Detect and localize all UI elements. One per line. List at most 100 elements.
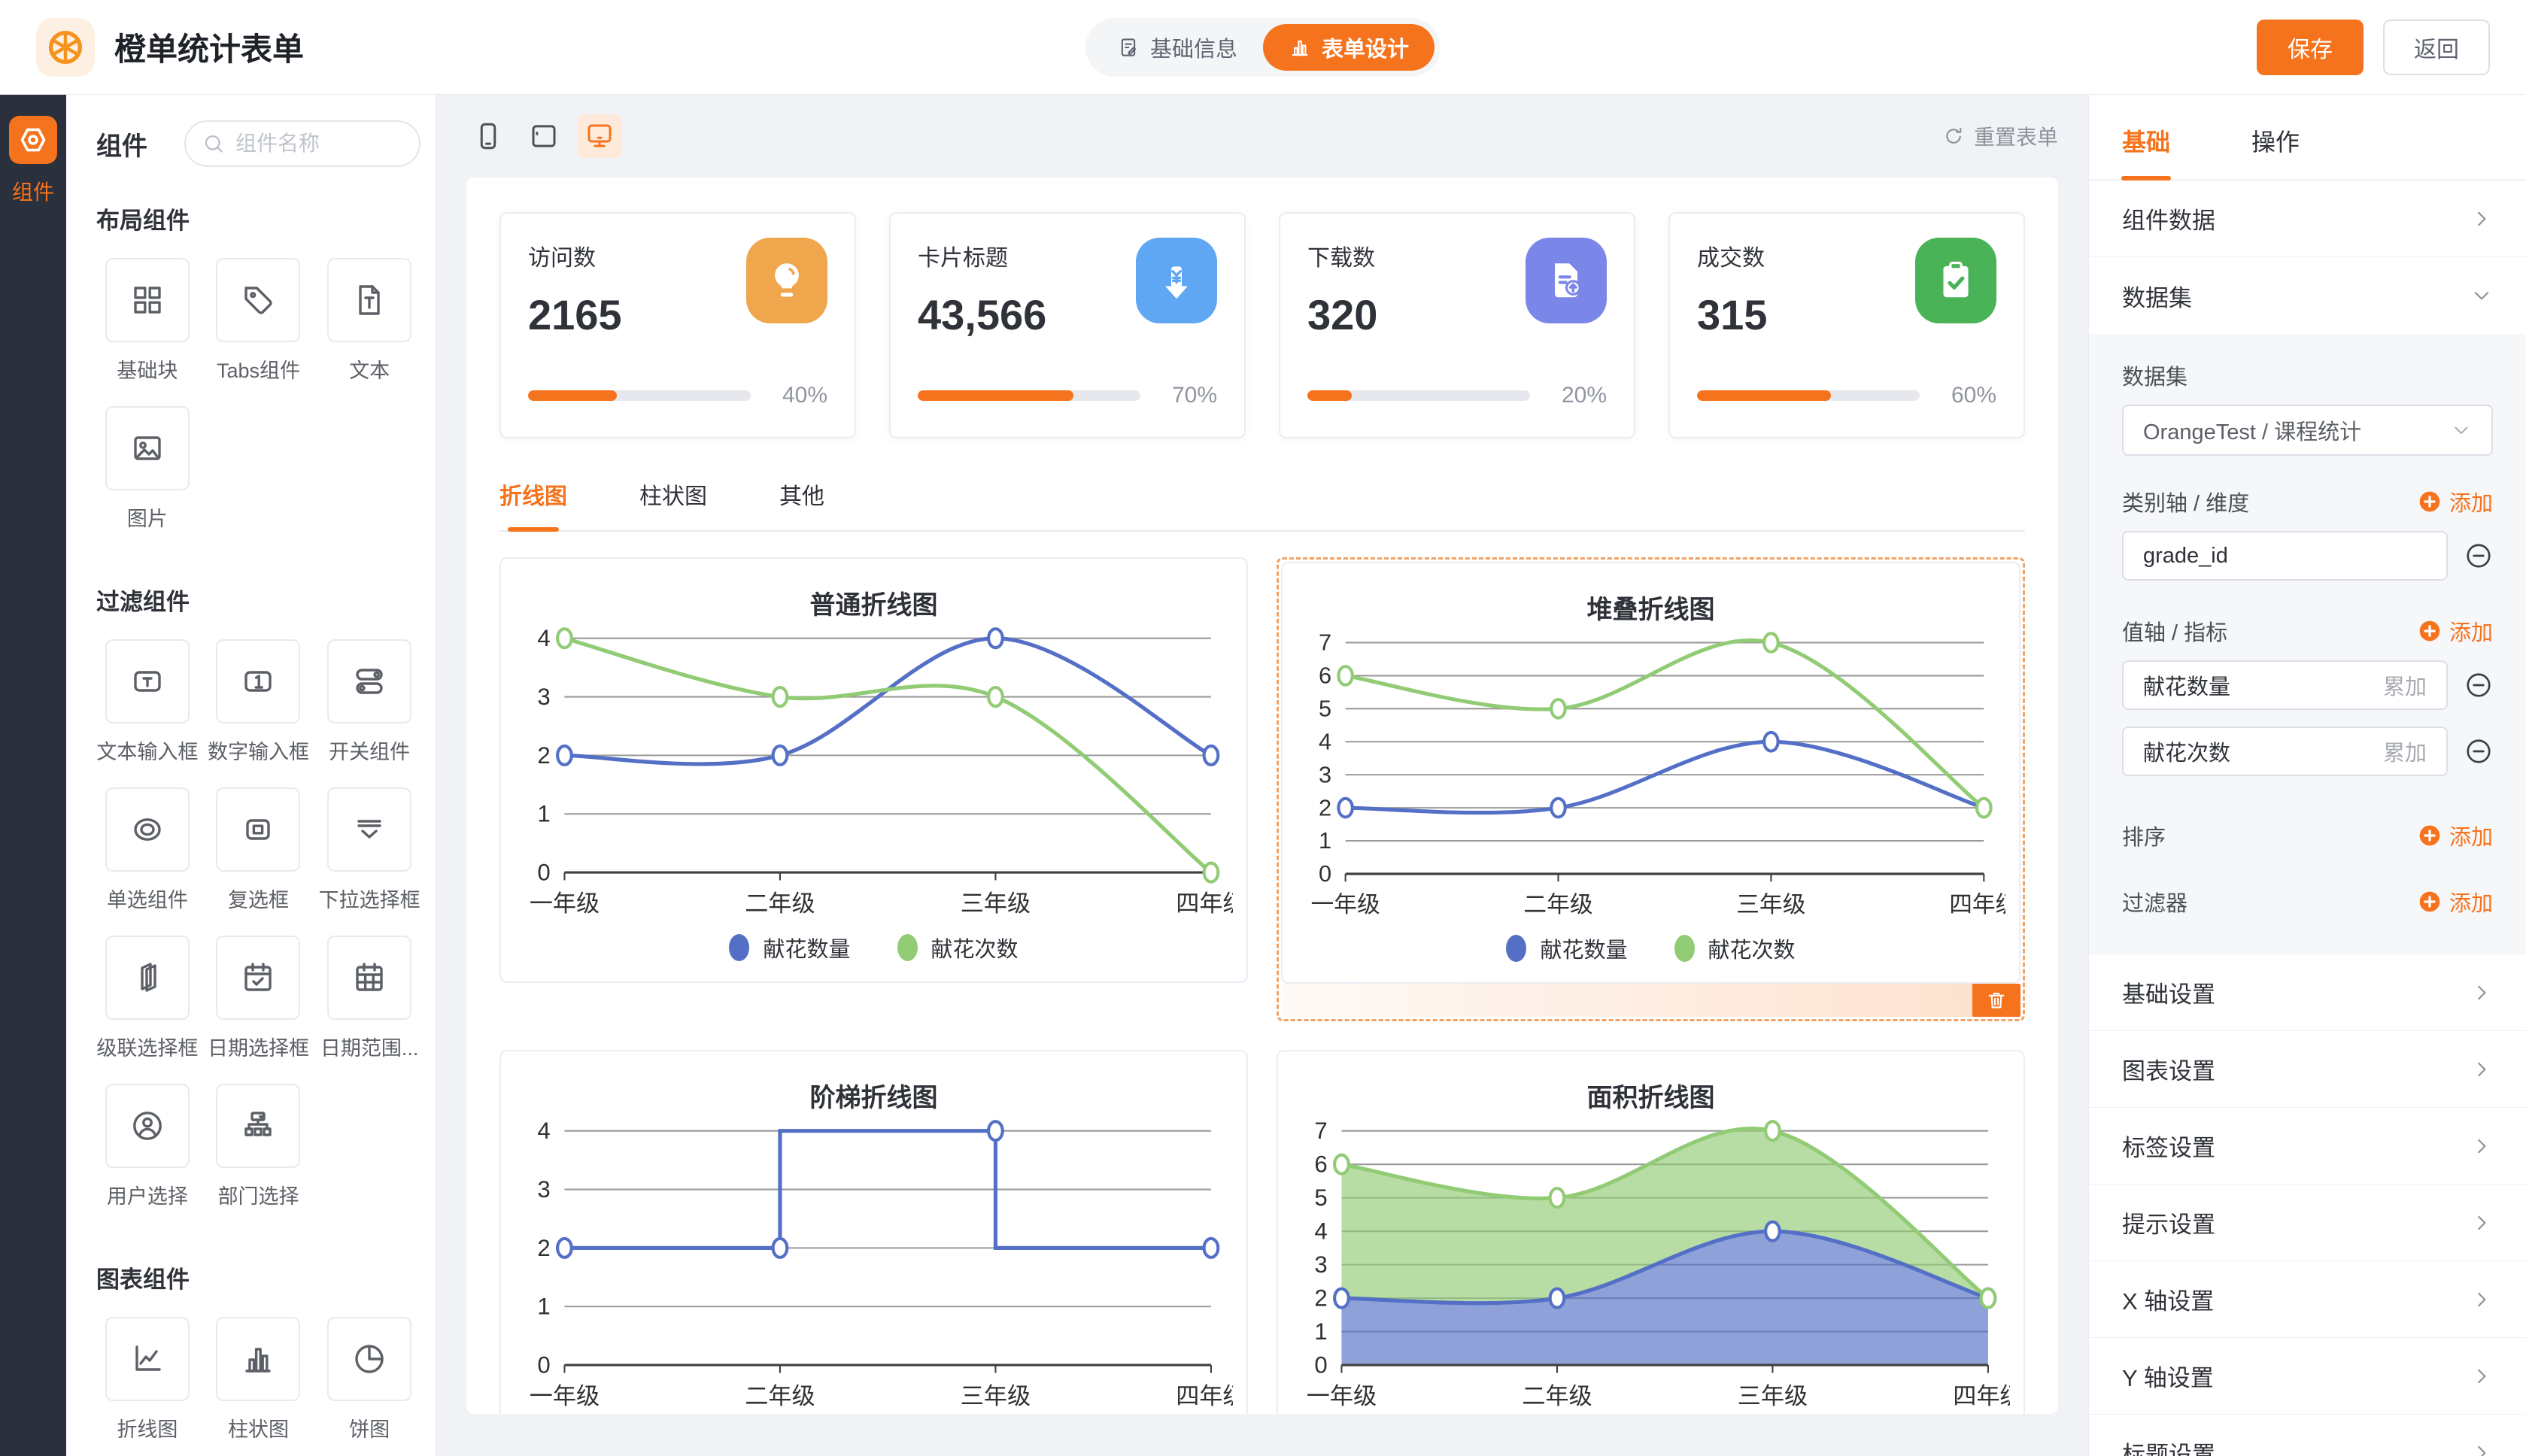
legend-item[interactable]: 献花数量 <box>729 932 850 963</box>
legend-item[interactable]: 献花次数 <box>897 932 1019 963</box>
tab-form-design[interactable]: 表单设计 <box>1263 24 1435 71</box>
chart-widget-面积折线图[interactable]: 面积折线图 01234567一年级二年级三年级四年级 献花数量献花次数 <box>1277 1050 2025 1414</box>
chart-title: 阶梯折线图 <box>515 1077 1233 1114</box>
stat-percent-label: 70% <box>1160 383 1217 408</box>
settings-row-标签设置[interactable]: 标签设置 <box>2089 1108 2526 1185</box>
reset-form-button[interactable]: 重置表单 <box>1942 121 2058 151</box>
component-card-select[interactable]: 下拉选择框 <box>318 787 420 930</box>
svg-text:6: 6 <box>1319 663 1331 689</box>
chart-widget-普通折线图[interactable]: 普通折线图 01234一年级二年级三年级四年级 献花数量献花次数 <box>499 557 1248 983</box>
component-search[interactable] <box>184 120 420 167</box>
component-card-text-input[interactable]: 文本输入框 <box>96 639 199 781</box>
chart-tab-其他[interactable]: 其他 <box>779 478 824 530</box>
dept-icon <box>240 1108 276 1144</box>
chart-widget-阶梯折线图[interactable]: 阶梯折线图 01234一年级二年级三年级四年级 献花数量 <box>499 1050 1248 1414</box>
device-toggle-desktop[interactable] <box>578 114 621 158</box>
form-canvas[interactable]: 访问数 2165 40% 卡片标题 43,566 70% 下载数 320 20%… <box>466 177 2058 1414</box>
svg-text:四年级: 四年级 <box>1176 890 1233 917</box>
legend-item[interactable]: 献花次数 <box>1674 933 1796 964</box>
component-card-dept[interactable]: 部门选择 <box>208 1084 310 1226</box>
component-card-bar-chart[interactable]: 柱状图 <box>208 1317 310 1456</box>
svg-text:2: 2 <box>537 742 550 769</box>
add-sort-button[interactable]: 添加 <box>2418 820 2493 851</box>
props-tab-basic[interactable]: 基础 <box>2122 95 2170 179</box>
stat-card[interactable]: 成交数 315 60% <box>1668 212 2025 438</box>
metric-field-row: 献花次数 累加 <box>2122 726 2493 776</box>
svg-text:6: 6 <box>1314 1151 1327 1177</box>
svg-text:二年级: 二年级 <box>1523 891 1592 918</box>
dataset-select[interactable]: OrangeTest / 课程统计 <box>2122 405 2493 456</box>
chart-legend: 献花数量 献花次数 <box>1296 933 2005 964</box>
delete-widget-button[interactable] <box>1972 984 2020 1017</box>
stat-percent-label: 60% <box>1939 383 1996 408</box>
settings-row-基础设置[interactable]: 基础设置 <box>2089 954 2526 1031</box>
rail-item-components-label: 组件 <box>12 176 54 206</box>
settings-row-图表设置[interactable]: 图表设置 <box>2089 1031 2526 1108</box>
chart-tab-柱状图[interactable]: 柱状图 <box>639 478 707 530</box>
svg-text:3: 3 <box>1314 1251 1327 1278</box>
metric-field[interactable]: 献花次数 累加 <box>2122 726 2448 776</box>
settings-row-label: 标题设置 <box>2122 1436 2215 1456</box>
chart-plot: 01234567一年级二年级三年级四年级 <box>1296 629 2005 931</box>
device-toggle-tablet[interactable] <box>522 114 566 158</box>
settings-row-label: X 轴设置 <box>2122 1282 2214 1316</box>
remove-metric-icon[interactable] <box>2464 737 2493 766</box>
stat-card[interactable]: 下载数 320 20% <box>1279 212 1635 438</box>
stat-card[interactable]: 访问数 2165 40% <box>499 212 856 438</box>
device-toggle-phone[interactable] <box>466 114 510 158</box>
add-metric-button[interactable]: 添加 <box>2418 615 2493 647</box>
component-card-user[interactable]: 用户选择 <box>96 1084 199 1226</box>
settings-row-提示设置[interactable]: 提示设置 <box>2089 1185 2526 1261</box>
rail-item-components[interactable] <box>9 116 57 164</box>
settings-row-X 轴设置[interactable]: X 轴设置 <box>2089 1261 2526 1338</box>
svg-text:3: 3 <box>537 684 550 710</box>
chart-widget-堆叠折线图[interactable]: 堆叠折线图 01234567一年级二年级三年级四年级 献花数量献花次数 <box>1277 557 2025 1021</box>
component-card-date[interactable]: 日期选择框 <box>208 936 310 1078</box>
dataset-group-row[interactable]: 数据集 <box>2089 257 2526 334</box>
back-button[interactable]: 返回 <box>2383 20 2490 75</box>
props-tab-action[interactable]: 操作 <box>2251 95 2300 179</box>
svg-text:一年级: 一年级 <box>530 1383 600 1409</box>
component-card-switch[interactable]: 开关组件 <box>318 639 420 781</box>
sidebar-section-title: 布局组件 <box>96 202 420 235</box>
component-card-text-doc[interactable]: 文本 <box>318 258 420 400</box>
legend-item[interactable]: 献花数量 <box>1506 933 1627 964</box>
component-card-grid[interactable]: 基础块 <box>96 258 199 400</box>
cascade-icon <box>129 960 165 996</box>
add-dimension-button[interactable]: 添加 <box>2418 486 2493 517</box>
component-card-label: 复选框 <box>228 884 289 913</box>
dimension-field[interactable]: grade_id <box>2122 531 2448 581</box>
metric-field[interactable]: 献花数量 累加 <box>2122 660 2448 710</box>
refresh-icon <box>1942 125 1965 147</box>
plus-circle-icon <box>2418 490 2442 514</box>
component-data-row[interactable]: 组件数据 <box>2089 180 2526 257</box>
svg-text:0: 0 <box>1314 1351 1327 1378</box>
stat-progress: 60% <box>1697 383 1996 408</box>
tab-basic-info[interactable]: 基础信息 <box>1091 24 1263 71</box>
design-canvas-area: 重置表单 访问数 2165 40% 卡片标题 43,566 70% 下载数 32… <box>436 95 2088 1456</box>
component-card-checkbox[interactable]: 复选框 <box>208 787 310 930</box>
svg-text:7: 7 <box>1319 629 1331 656</box>
settings-row-标题设置[interactable]: 标题设置 <box>2089 1415 2526 1456</box>
chart-tab-折线图[interactable]: 折线图 <box>499 478 567 530</box>
stat-card[interactable]: 卡片标题 43,566 70% <box>889 212 1246 438</box>
svg-text:一年级: 一年级 <box>530 890 600 917</box>
component-card-number-input[interactable]: 数字输入框 <box>208 639 310 781</box>
save-button[interactable]: 保存 <box>2257 20 2364 75</box>
settings-row-Y 轴设置[interactable]: Y 轴设置 <box>2089 1338 2526 1415</box>
search-input[interactable] <box>234 131 402 156</box>
component-card-line-chart[interactable]: 折线图 <box>96 1317 199 1456</box>
component-card-cascade[interactable]: 级联选择框 <box>96 936 199 1078</box>
stat-progress: 40% <box>528 383 827 408</box>
category-axis-label: 类别轴 / 维度 <box>2122 486 2249 517</box>
desktop-icon <box>584 120 615 152</box>
component-card-date-range[interactable]: 日期范围... <box>318 936 420 1078</box>
svg-text:四年级: 四年级 <box>1953 1383 2010 1409</box>
component-card-radio[interactable]: 单选组件 <box>96 787 199 930</box>
remove-metric-icon[interactable] <box>2464 671 2493 699</box>
add-filter-button[interactable]: 添加 <box>2418 886 2493 918</box>
component-card-tag[interactable]: Tabs组件 <box>208 258 310 400</box>
component-card-pie-chart[interactable]: 饼图 <box>318 1317 420 1456</box>
remove-dimension-icon[interactable] <box>2464 541 2493 570</box>
component-card-image[interactable]: 图片 <box>96 406 199 548</box>
